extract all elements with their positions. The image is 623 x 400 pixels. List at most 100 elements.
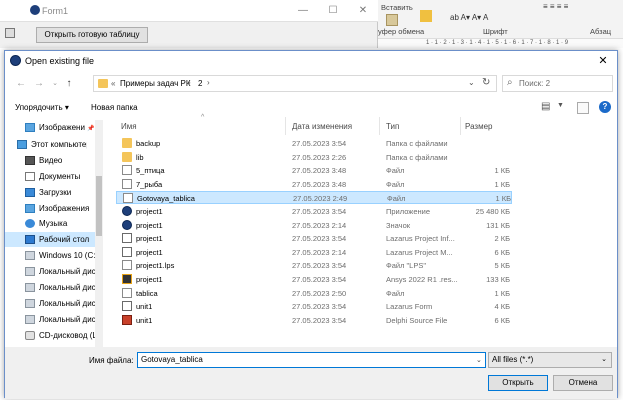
view-options-icon[interactable]: ▤ bbox=[541, 101, 550, 112]
pin-icon: 📌 bbox=[86, 126, 95, 132]
folder-icon bbox=[98, 79, 108, 88]
file-row[interactable]: unit1 27.05.2023 3:54 Delphi Source File 6 … bbox=[116, 314, 512, 327]
chevron-down-icon: ⌄ bbox=[601, 356, 607, 363]
chevron-right-icon[interactable]: › bbox=[207, 78, 210, 87]
refresh-icon[interactable]: ↻ bbox=[482, 77, 490, 88]
breadcrumb-item[interactable]: 2 bbox=[198, 79, 202, 88]
nav-item[interactable]: Локальный дис bbox=[5, 264, 95, 279]
breadcrumb-item[interactable]: Примеры задач РК bbox=[120, 79, 190, 88]
file-size: 6 КБ bbox=[494, 315, 510, 325]
file-size: 2 КБ bbox=[494, 234, 510, 244]
file-icon bbox=[122, 287, 132, 298]
view-dropdown-icon[interactable]: ▼ bbox=[557, 102, 564, 109]
file-date: 27.05.2023 3:54 bbox=[292, 315, 347, 325]
new-folder-button[interactable]: Новая папка bbox=[91, 103, 138, 112]
nav-item[interactable]: Windows 10 (C:) bbox=[5, 248, 95, 263]
paste-button-label[interactable]: Вставить bbox=[381, 3, 413, 12]
nav-item[interactable]: Изображени 📌 bbox=[5, 120, 95, 135]
file-type-filter[interactable]: All files (*.*) ⌄ bbox=[488, 352, 612, 368]
filename-input[interactable]: Gotovaya_tablica bbox=[137, 352, 486, 368]
nav-item[interactable]: CD-дисковод (L bbox=[5, 328, 95, 343]
font-tools-icon[interactable]: ab A▾ A▾ A bbox=[450, 13, 488, 22]
column-header-size[interactable]: Размер bbox=[465, 122, 493, 131]
chevron-down-icon[interactable]: ⌄ bbox=[468, 78, 475, 87]
close-button[interactable]: ✕ bbox=[348, 0, 378, 22]
cancel-button[interactable]: Отмена bbox=[553, 375, 613, 391]
file-type: Delphi Source File bbox=[386, 315, 448, 325]
nav-item[interactable]: Локальный дис bbox=[5, 280, 95, 295]
drive-icon bbox=[25, 283, 35, 292]
file-row[interactable]: tablica 27.05.2023 2:50 Файл 1 КБ bbox=[116, 287, 512, 300]
nav-item-label: Загрузки bbox=[39, 187, 72, 197]
file-date: 27.05.2023 3:48 bbox=[292, 179, 347, 189]
chevron-down-icon[interactable]: ⌄ bbox=[476, 356, 482, 364]
cd-drive-icon bbox=[25, 330, 35, 340]
format-painter-icon[interactable] bbox=[420, 10, 432, 22]
file-name: project1 bbox=[136, 275, 163, 284]
maximize-button[interactable]: ☐ bbox=[318, 0, 348, 22]
back-arrow-icon[interactable]: ← bbox=[13, 76, 29, 91]
help-icon[interactable]: ? bbox=[599, 101, 611, 113]
file-row[interactable]: 7_рыба 27.05.2023 3:48 Файл 1 КБ bbox=[116, 178, 512, 191]
file-row[interactable]: 5_птица 27.05.2023 3:48 Файл 1 КБ bbox=[116, 164, 512, 177]
nav-item-label: Видео bbox=[39, 155, 63, 165]
nav-item[interactable]: Локальный дис bbox=[5, 312, 95, 327]
column-header-date[interactable]: Дата изменения bbox=[292, 122, 352, 131]
music-icon bbox=[25, 219, 35, 229]
nav-item[interactable]: Локальный дис bbox=[5, 296, 95, 311]
app-icon bbox=[122, 219, 132, 230]
file-row[interactable]: project1 27.05.2023 3:54 Ansys 2022 R1 .re… bbox=[116, 273, 512, 286]
file-size: 5 КБ bbox=[494, 261, 510, 271]
organize-menu[interactable]: Упорядочить ▾ bbox=[15, 103, 69, 112]
file-row[interactable]: project1 27.05.2023 2:14 Значок 131 КБ bbox=[116, 219, 512, 232]
open-button[interactable]: Открыть bbox=[488, 375, 548, 391]
nav-item[interactable]: Изображения bbox=[5, 201, 95, 216]
file-row[interactable]: Gotovaya_tablica 27.05.2023 2:49 Файл 1 КБ bbox=[116, 191, 512, 205]
dialog-titlebar: Open existing file ✕ bbox=[5, 51, 617, 71]
paragraph-tools-icon[interactable]: ≡ ≡ ≡ ≡ bbox=[543, 2, 568, 11]
nav-scrollbar-thumb[interactable] bbox=[96, 176, 102, 236]
column-divider[interactable] bbox=[460, 117, 461, 135]
dialog-close-button[interactable]: ✕ bbox=[593, 53, 613, 69]
up-arrow-icon[interactable]: ↑ bbox=[61, 76, 77, 91]
column-header-name[interactable]: Имя bbox=[121, 122, 137, 131]
nav-item[interactable]: Этот компьютер bbox=[0, 137, 87, 152]
file-name: tablica bbox=[136, 288, 158, 298]
file-size: 4 КБ bbox=[494, 302, 510, 312]
file-row[interactable]: lib 27.05.2023 2:26 Папка с файлами bbox=[116, 151, 512, 164]
file-name: project1 bbox=[136, 207, 163, 216]
breadcrumb-overflow[interactable]: « bbox=[111, 79, 115, 88]
column-divider[interactable] bbox=[379, 117, 380, 135]
file-row[interactable]: project1.lps 27.05.2023 3:54 Файл "LPS" 5 К… bbox=[116, 259, 512, 272]
file-row[interactable]: unit1 27.05.2023 3:54 Lazarus Form 4 КБ bbox=[116, 300, 512, 313]
preview-pane-icon[interactable] bbox=[577, 102, 589, 114]
file-row[interactable]: project1 27.05.2023 3:54 Lazarus Project I… bbox=[116, 232, 512, 245]
file-size: 1 КБ bbox=[494, 166, 510, 176]
minimize-button[interactable]: — bbox=[288, 0, 318, 22]
file-row[interactable]: project1 27.05.2023 2:14 Lazarus Project M… bbox=[116, 246, 512, 259]
nav-item[interactable]: Рабочий стол bbox=[5, 232, 95, 248]
nav-item-label: Этот компьютер bbox=[31, 139, 87, 149]
address-bar[interactable]: « Примеры задач РК › 2 › ⌄ ↻ bbox=[93, 75, 497, 92]
search-input[interactable]: ⌕ Поиск: 2 bbox=[502, 75, 613, 92]
open-table-button[interactable]: Открыть готовую таблицу bbox=[36, 27, 148, 43]
file-type: Lazarus Project M... bbox=[386, 247, 453, 257]
column-divider[interactable] bbox=[285, 117, 286, 135]
column-header-type[interactable]: Тип bbox=[386, 122, 399, 131]
nav-item[interactable]: Документы bbox=[5, 169, 95, 184]
file-row[interactable]: project1 27.05.2023 3:54 Приложение 25 480 … bbox=[116, 205, 512, 218]
navigation-pane: Изображени 📌 Этот компьютер Видео Документы З… bbox=[5, 117, 100, 347]
chevron-right-icon[interactable]: › bbox=[188, 78, 191, 87]
nav-item[interactable]: Загрузки bbox=[5, 185, 95, 200]
paste-icon[interactable] bbox=[386, 14, 398, 26]
nav-item[interactable]: Музыка bbox=[5, 216, 95, 231]
open-file-dialog: Open existing file ✕ ← → ⌄ ↑ « Примеры з… bbox=[4, 50, 618, 399]
nav-item[interactable]: Видео bbox=[5, 153, 95, 168]
file-type: Lazarus Project Inf... bbox=[386, 234, 455, 244]
pictures-icon bbox=[25, 123, 35, 132]
desktop-icon bbox=[25, 235, 35, 245]
forward-arrow-icon[interactable]: → bbox=[31, 76, 47, 91]
file-row[interactable]: backup 27.05.2023 3:54 Папка с файлами bbox=[116, 137, 512, 150]
ansys-icon bbox=[122, 274, 132, 284]
file-name: project1 bbox=[136, 234, 163, 244]
